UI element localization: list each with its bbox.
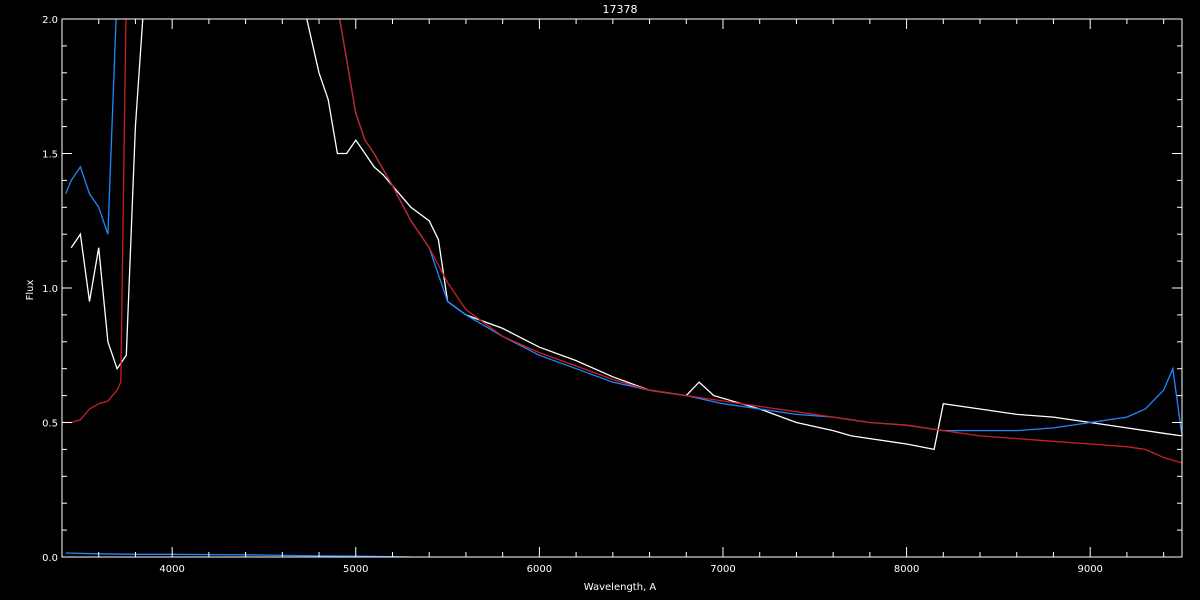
y-tick-label: 1.0	[42, 284, 58, 295]
x-tick-label: 9000	[1077, 564, 1102, 575]
x-tick-label: 7000	[710, 564, 735, 575]
y-tick-label: 1.5	[42, 150, 58, 161]
x-axis-title: Wavelength, A	[584, 582, 657, 593]
x-tick-label: 8000	[894, 564, 919, 575]
x-tick-label: 4000	[159, 564, 184, 575]
chart-background	[0, 0, 1200, 600]
y-axis-title: Flux	[25, 280, 36, 301]
spectrum-chart: 4000 5000 6000 7000 8000 9000 0.0 0.5 1.0 1.5 2.0…	[0, 0, 1200, 600]
y-tick-label: 2.0	[42, 15, 58, 26]
x-tick-label: 6000	[527, 564, 552, 575]
chart-title: 17378	[603, 3, 638, 16]
y-tick-label: 0.0	[42, 553, 58, 564]
x-tick-label: 5000	[343, 564, 368, 575]
chart-canvas: 4000 5000 6000 7000 8000 9000 0.0 0.5 1.0 1.5 2.0…	[0, 0, 1200, 600]
y-tick-label: 0.5	[42, 419, 58, 430]
